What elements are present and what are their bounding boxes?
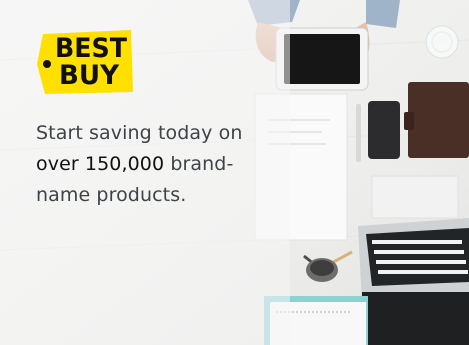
paper-note bbox=[371, 175, 459, 219]
best-buy-ad[interactable]: BEST BUY Start saving today on over 150,… bbox=[0, 0, 469, 345]
laptop bbox=[358, 218, 469, 345]
smartphone bbox=[368, 101, 400, 159]
svg-text:BUY: BUY bbox=[59, 60, 119, 91]
best-buy-tag-logo[interactable]: BEST BUY bbox=[35, 28, 135, 96]
promo-intro: Start saving today on bbox=[36, 122, 243, 144]
promo-highlight: over 150,000 bbox=[36, 153, 165, 175]
promo-text: Start saving today on over 150,000 brand… bbox=[36, 118, 272, 211]
pen bbox=[356, 104, 361, 162]
glass bbox=[425, 25, 459, 59]
leather-planner bbox=[404, 82, 469, 158]
